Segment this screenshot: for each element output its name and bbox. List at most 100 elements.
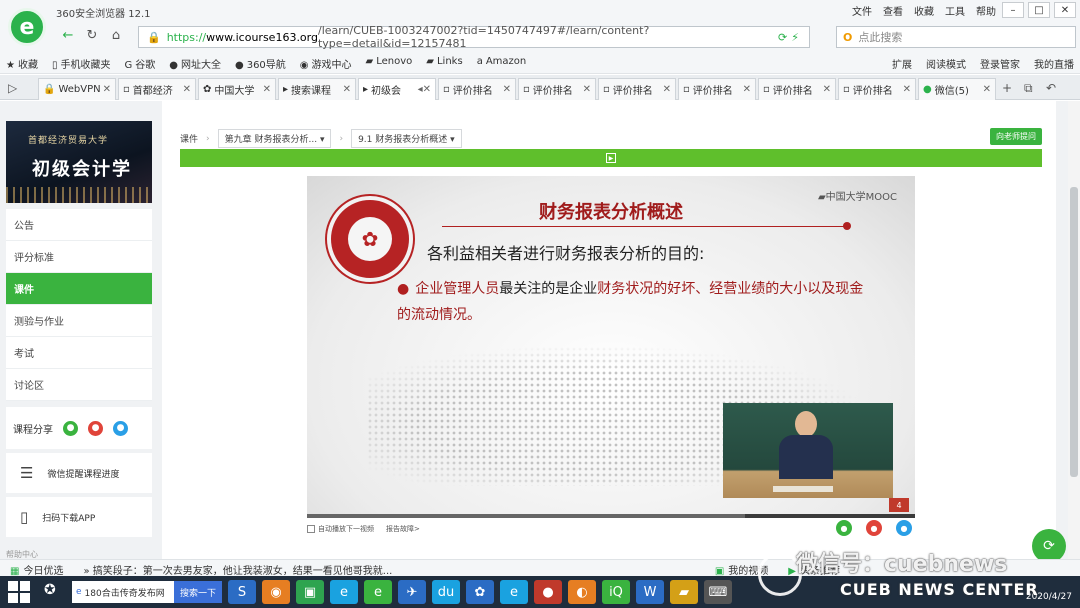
store-icon[interactable]: ▣ xyxy=(296,580,324,604)
paw-icon[interactable]: ✿ xyxy=(466,580,494,604)
taskbar-search[interactable]: e 180合击传奇发布网 搜索一下 xyxy=(72,581,222,603)
url-input[interactable]: 🔒 https:// www.icourse163.org /learn/CUE… xyxy=(138,24,810,50)
browser-logo-icon[interactable]: e xyxy=(8,8,46,46)
tab-wechat[interactable]: ● 微信(5) ✕ xyxy=(918,78,996,100)
menu-item-grading[interactable]: 评分标准 xyxy=(6,241,152,273)
menu-item-discussion[interactable]: 讨论区 xyxy=(6,369,152,401)
refresh-icon[interactable]: ↻ xyxy=(82,28,102,46)
qq-icon[interactable]: ● xyxy=(896,520,912,536)
course-banner[interactable]: 首都经济贸易大学 初级会计学 xyxy=(6,121,152,203)
home-icon[interactable]: ⌂ xyxy=(106,28,126,46)
feedback-float-icon[interactable]: ⟳ xyxy=(1032,529,1066,563)
weibo-share-icon[interactable]: ● xyxy=(88,420,103,436)
video-player[interactable]: ✿ 财务报表分析概述 ▰中国大学MOOC 各利益相关者进行财务报表分析的目的: … xyxy=(307,176,915,518)
tab-search-course[interactable]: ▸ 搜索课程 ✕ xyxy=(278,78,356,100)
close-tab-icon: ✕ xyxy=(502,84,511,95)
explorer-icon[interactable]: ▰ xyxy=(670,580,698,604)
video-unit-bar[interactable]: ▶ xyxy=(180,149,1042,167)
menu-item-courseware[interactable]: 课件 xyxy=(6,273,152,305)
headline-recommend[interactable]: ▶ 头条推荐 xyxy=(788,562,840,577)
play-icon[interactable]: ▶ xyxy=(606,153,616,163)
new-tab-icon[interactable]: + xyxy=(1002,81,1012,95)
section-select[interactable]: 9.1 财务报表分析概述 ▾ xyxy=(351,129,462,148)
bookmark-amazon[interactable]: a Amazon xyxy=(477,56,527,71)
bookmark-favorites[interactable]: ★ 收藏 xyxy=(6,56,38,71)
login-manager-button[interactable]: 登录管家 xyxy=(980,56,1020,71)
wechat-icon[interactable]: ● xyxy=(836,520,852,536)
tab-ranking-3[interactable]: ▫ 评价排名 ✕ xyxy=(598,78,676,100)
undo-close-icon[interactable]: ↶ xyxy=(1046,81,1056,95)
daily-picks[interactable]: ▦ 今日优选 xyxy=(10,562,63,577)
tab-webvpn[interactable]: 🔒 WebVPN ✕ xyxy=(38,78,116,100)
menu-help[interactable]: 帮助 xyxy=(976,3,996,18)
menu-file[interactable]: 文件 xyxy=(852,3,872,18)
baidu-icon[interactable]: du xyxy=(432,580,460,604)
bookmark-games[interactable]: ◉ 游戏中心 xyxy=(300,56,352,71)
tab-manager-icon[interactable]: ⧉ xyxy=(1024,81,1033,96)
bookmark-directory[interactable]: ● 网址大全 xyxy=(169,56,221,71)
tab-mooc[interactable]: ✿ 中国大学 ✕ xyxy=(198,78,276,100)
share-label: 课程分享 xyxy=(13,424,53,436)
edge-icon[interactable]: e xyxy=(500,580,528,604)
keyboard-icon[interactable]: ⌨ xyxy=(704,580,732,604)
menu-item-exams[interactable]: 考试 xyxy=(6,337,152,369)
menu-item-quizzes[interactable]: 测验与作业 xyxy=(6,305,152,337)
tab-list-icon[interactable]: ▷ xyxy=(8,81,17,95)
news-ticker[interactable]: » 搞笑段子：第一次去男友家，他让我装淑女，结果一看见他哥我就... xyxy=(83,562,392,577)
bookmark-mobile[interactable]: ▯ 手机收藏夹 xyxy=(52,56,111,71)
wechat-reminder[interactable]: ☰ 微信提醒课程进度 xyxy=(6,453,152,493)
taskbar-search-button[interactable]: 搜索一下 xyxy=(173,581,222,603)
360-browser-icon[interactable]: e xyxy=(364,580,392,604)
extensions-button[interactable]: 扩展 xyxy=(892,56,912,71)
my-live-button[interactable]: 我的直播 xyxy=(1034,56,1074,71)
tab-ranking-5[interactable]: ▫ 评价排名 ✕ xyxy=(758,78,836,100)
bookmark-links[interactable]: ▰ Links xyxy=(426,56,462,71)
menu-favorites[interactable]: 收藏 xyxy=(914,3,934,18)
breadcrumb-root[interactable]: 课件 xyxy=(180,132,198,145)
ie-browser-icon[interactable]: e xyxy=(330,580,358,604)
tab-current[interactable]: ▸ 初级会 ◂✕ xyxy=(358,78,436,100)
video-options: 自动播放下一视频 报告故障> xyxy=(307,524,420,534)
tab-cueb[interactable]: ▫ 首都经济 ✕ xyxy=(118,78,196,100)
chapter-select[interactable]: 第九章 财务报表分析... ▾ xyxy=(217,129,332,148)
scrollbar-thumb[interactable] xyxy=(1070,187,1078,477)
my-videos[interactable]: ▣ 我的视频 xyxy=(715,562,768,577)
sogou-icon[interactable]: S xyxy=(228,580,256,604)
wechat-share-icon[interactable]: ● xyxy=(63,420,78,436)
word-icon[interactable]: W xyxy=(636,580,664,604)
windows-start-icon[interactable] xyxy=(8,581,30,603)
download-app[interactable]: ▯ 扫码下载APP xyxy=(6,497,152,537)
video-progress-bar[interactable] xyxy=(307,514,915,518)
minimize-icon[interactable]: – xyxy=(1002,2,1024,18)
weibo-icon[interactable]: ● xyxy=(866,520,882,536)
bird-icon[interactable]: ✈ xyxy=(398,580,426,604)
ask-teacher-button[interactable]: 向老师提问 xyxy=(990,128,1042,145)
search-input[interactable]: O 点此搜索 xyxy=(836,26,1076,48)
close-icon[interactable]: ✕ xyxy=(1054,2,1076,18)
qq-share-icon[interactable]: ● xyxy=(113,420,128,436)
window-controls: – □ ✕ xyxy=(1002,2,1076,18)
tab-ranking-4[interactable]: ▫ 评价排名 ✕ xyxy=(678,78,756,100)
tab-ranking-2[interactable]: ▫ 评价排名 ✕ xyxy=(518,78,596,100)
menu-tools[interactable]: 工具 xyxy=(945,3,965,18)
menu-item-announcements[interactable]: 公告 xyxy=(6,209,152,241)
menu-view[interactable]: 查看 xyxy=(883,3,903,18)
report-issue-link[interactable]: 报告故障> xyxy=(386,524,420,534)
reading-mode-button[interactable]: 阅读模式 xyxy=(926,56,966,71)
autoplay-toggle[interactable]: 自动播放下一视频 xyxy=(307,524,374,534)
course-share: 课程分享 ● ● ● xyxy=(6,407,152,449)
bookmark-lenovo[interactable]: ▰ Lenovo xyxy=(366,56,413,71)
url-tools-icon[interactable]: ⟳⚡ xyxy=(778,31,803,44)
bookmark-google[interactable]: G 谷歌 xyxy=(124,56,155,71)
maximize-icon[interactable]: □ xyxy=(1028,2,1050,18)
firefox-icon[interactable]: ◐ xyxy=(568,580,596,604)
app-logo-icon[interactable]: ✪ xyxy=(44,582,56,598)
tab-ranking-6[interactable]: ▫ 评价排名 ✕ xyxy=(838,78,916,100)
bookmark-360nav[interactable]: ● 360导航 xyxy=(235,56,286,71)
back-icon[interactable]: ← xyxy=(58,28,78,46)
iqiyi-icon[interactable]: iQ xyxy=(602,580,630,604)
chrome-icon[interactable]: ◉ xyxy=(262,580,290,604)
media-icon[interactable]: ● xyxy=(534,580,562,604)
page-scrollbar[interactable] xyxy=(1068,101,1080,559)
tab-ranking-1[interactable]: ▫ 评价排名 ✕ xyxy=(438,78,516,100)
